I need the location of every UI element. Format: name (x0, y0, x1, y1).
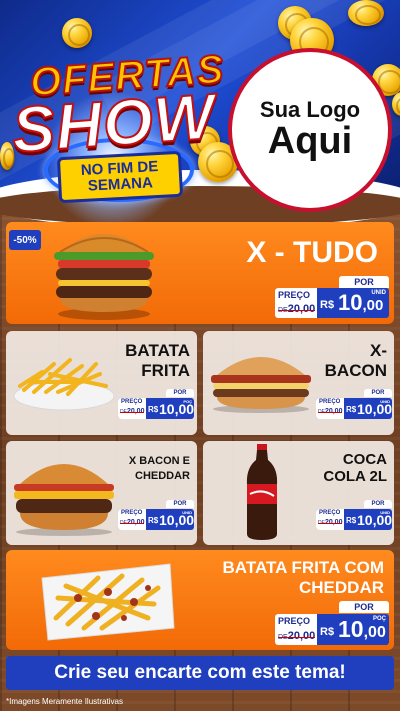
fries-cheddar-image (41, 563, 175, 641)
product-name-x-bacon: X- BACON (324, 341, 387, 380)
coin-icon (348, 0, 384, 26)
coca-cola-bottle-image (246, 444, 278, 540)
price-unit: UNID (371, 290, 386, 296)
weekend-badge-line2: SEMANA (87, 174, 154, 195)
discount-badge: -50% (9, 230, 41, 250)
cta-banner[interactable]: Crie seu encarte com este tema! (6, 656, 394, 690)
price-box: PREÇO DE20,00 R$ 10,00 UNID (275, 288, 389, 318)
price-tag-x-bacon-cheddar: POR PREÇO DE20,00 R$ 10,00 UNID (118, 500, 194, 530)
burger-x-bacon-cheddar-image (14, 464, 114, 536)
price-por-label: POR (339, 276, 389, 288)
price-preco-label: PREÇO (278, 290, 311, 300)
disclaimer-note: *Imagens Meramente Ilustrativas (6, 697, 123, 706)
product-name-x-bacon-cheddar: X BACON E CHEDDAR (128, 455, 190, 482)
logo-text-line2: Aqui (267, 120, 353, 163)
product-name-batata-frita: BATATA FRITA (125, 341, 190, 380)
ofertas-show-title: OFERTAS SHOW NO FIM DE SEMANA (8, 46, 227, 235)
price-tag-batata-frita: POR PREÇO DE20,00 R$ 10,00 POÇ (118, 389, 194, 419)
featured-product-name: X - TUDO (246, 236, 378, 269)
price-tag-coca-cola: POR PREÇO DE20,00 R$ 10,00 UNID (316, 500, 392, 530)
bottom-price-tag: POR PREÇO DE20,00 R$ 10,00 POÇ (275, 601, 389, 645)
logo-text-line1: Sua Logo (259, 96, 361, 122)
price-tag-x-bacon: POR PREÇO DE20,00 R$ 10,00 UNID (316, 389, 392, 419)
weekend-badge: NO FIM DE SEMANA (56, 150, 184, 204)
burger-x-tudo-image (54, 234, 154, 320)
price-old-value: DE20,00 (278, 303, 316, 315)
price-currency: R$ (320, 299, 335, 311)
featured-price-tag: POR PREÇO DE20,00 R$ 10,00 UNID (275, 276, 389, 318)
coin-icon (62, 18, 92, 48)
product-name-coca-cola: COCA COLA 2L (323, 451, 387, 486)
bottom-product-name: BATATA FRITA COM CHEDDAR (222, 558, 384, 597)
logo-placeholder[interactable]: Sua Logo Aqui (228, 48, 392, 212)
